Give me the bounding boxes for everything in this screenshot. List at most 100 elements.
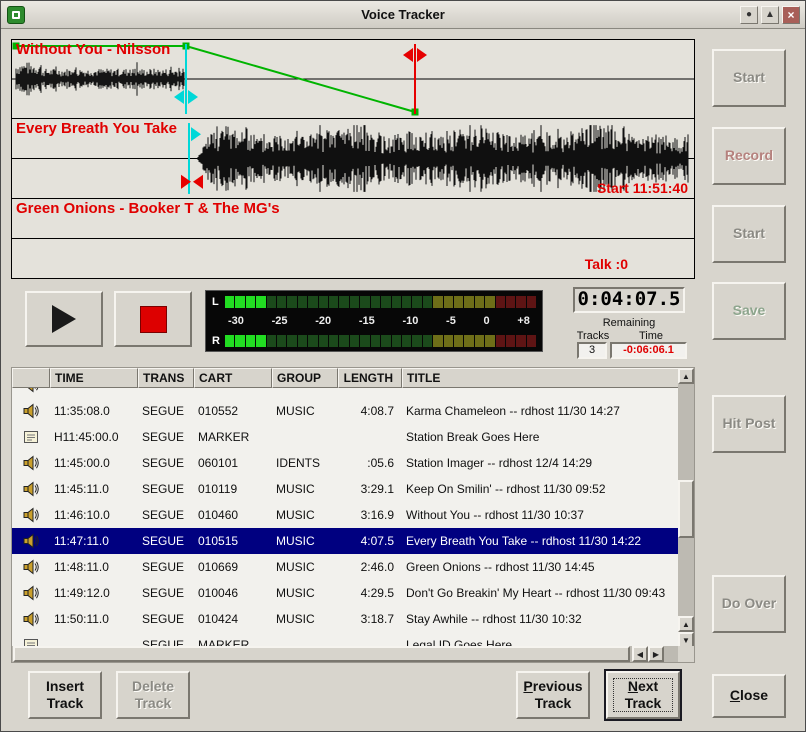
horizontal-scrollbar[interactable]: ◀ ▶ (12, 646, 680, 662)
row-cart: 060101 (194, 456, 272, 470)
row-group: MUSIC (272, 534, 338, 548)
log-row[interactable]: 11:35:08.0 SEGUE 010552 MUSIC 4:08.7 Kar… (12, 398, 680, 424)
talk-counter: Talk :0 (585, 256, 628, 272)
meter-right-label: R (212, 335, 225, 347)
marker-icon (12, 429, 50, 445)
log-header-title[interactable]: TITLE (402, 368, 680, 388)
speaker-icon (12, 403, 50, 419)
log-row[interactable] (12, 388, 680, 398)
stop-button[interactable] (114, 291, 192, 347)
speaker-icon (23, 507, 39, 523)
row-trans: SEGUE (138, 404, 194, 418)
track-pane-1[interactable]: Without You - Nilsson (11, 39, 695, 119)
row-trans: SEGUE (138, 508, 194, 522)
speaker-icon (23, 559, 39, 575)
scrollbar-corner (678, 646, 694, 662)
audio-level-meter: L -30 -25 -20 -15 -10 -5 0 +8 R (205, 290, 543, 352)
speaker-icon (12, 559, 50, 575)
log-row[interactable]: 11:45:00.0 SEGUE 060101 IDENTS :05.6 Sta… (12, 450, 680, 476)
close-button[interactable]: Close (712, 674, 786, 718)
row-length: 3:16.9 (338, 508, 402, 522)
vertical-scrollbar-thumb[interactable] (678, 480, 694, 538)
track3-title: Green Onions - Booker T & The MG's (16, 200, 280, 217)
insert-track-button[interactable]: Insert Track (28, 671, 102, 719)
row-cart: 010119 (194, 482, 272, 496)
pin-icon[interactable]: ● (740, 6, 758, 24)
row-cart: 010460 (194, 508, 272, 522)
remaining-time-value: -0:06:06.1 (610, 342, 687, 359)
row-trans: SEGUE (138, 482, 194, 496)
play-button[interactable] (25, 291, 103, 347)
speaker-icon (23, 388, 39, 393)
log-row[interactable]: 11:46:10.0 SEGUE 010460 MUSIC 3:16.9 Wit… (12, 502, 680, 528)
log-header-time[interactable]: TIME (50, 368, 138, 388)
scroll-up-icon[interactable]: ▲ (678, 616, 694, 632)
do-over-button[interactable]: Do Over (712, 575, 786, 633)
titlebar[interactable]: Voice Tracker ● ▲ × (1, 1, 805, 29)
save-button[interactable]: Save (712, 282, 786, 340)
row-group: MUSIC (272, 508, 338, 522)
row-time: 11:45:11.0 (50, 482, 138, 496)
scroll-up-icon[interactable]: ▲ (678, 368, 694, 384)
meter-left-label: L (212, 296, 225, 308)
log-row[interactable]: 11:50:11.0 SEGUE 010424 MUSIC 3:18.7 Sta… (12, 606, 680, 632)
log-header-trans[interactable]: TRANS (138, 368, 194, 388)
row-time: 11:35:08.0 (50, 404, 138, 418)
scale-tick: -10 (402, 315, 418, 327)
speaker-icon (12, 481, 50, 497)
start-button-1[interactable]: Start (712, 49, 786, 107)
row-title: Karma Chameleon -- rdhost 11/30 14:27 (402, 404, 680, 418)
row-length: 4:29.5 (338, 586, 402, 600)
hit-post-button[interactable]: Hit Post (712, 395, 786, 453)
track2-title: Every Breath You Take (16, 120, 177, 137)
log-row[interactable]: 11:48:11.0 SEGUE 010669 MUSIC 2:46.0 Gre… (12, 554, 680, 580)
track-pane-3[interactable]: Green Onions - Booker T & The MG's Talk … (11, 199, 695, 279)
log-row[interactable]: 11:49:12.0 SEGUE 010046 MUSIC 4:29.5 Don… (12, 580, 680, 606)
speaker-icon (12, 507, 50, 523)
speaker-icon (12, 533, 50, 549)
record-button[interactable]: Record (712, 127, 786, 185)
row-length: 2:46.0 (338, 560, 402, 574)
log-header-length[interactable]: LENGTH (338, 368, 402, 388)
start-button-2[interactable]: Start (712, 205, 786, 263)
log-header-group[interactable]: GROUP (272, 368, 338, 388)
log-row[interactable]: 11:45:11.0 SEGUE 010119 MUSIC 3:29.1 Kee… (12, 476, 680, 502)
row-trans: SEGUE (138, 456, 194, 470)
row-trans: SEGUE (138, 612, 194, 626)
horizontal-scrollbar-thumb[interactable] (13, 646, 630, 662)
scale-tick: -15 (359, 315, 375, 327)
row-group: MUSIC (272, 482, 338, 496)
scroll-right-icon[interactable]: ▶ (648, 646, 664, 662)
speaker-icon (12, 585, 50, 601)
voice-tracker-window: { "window": {"title": "Voice Tracker"}, … (0, 0, 806, 732)
app-icon (7, 6, 25, 24)
row-group: IDENTS (272, 456, 338, 470)
speaker-icon (23, 403, 39, 419)
speaker-icon (12, 388, 50, 393)
row-trans: SEGUE (138, 534, 194, 548)
log-header-cart[interactable]: CART (194, 368, 272, 388)
row-title: Station Break Goes Here (402, 430, 680, 444)
row-cart: 010669 (194, 560, 272, 574)
row-cart: 010515 (194, 534, 272, 548)
log-header: TIME TRANS CART GROUP LENGTH TITLE (12, 368, 680, 388)
log-row[interactable]: H11:45:00.0 SEGUE MARKER Station Break G… (12, 424, 680, 450)
next-track-button[interactable]: Next Track (606, 671, 680, 719)
play-icon (52, 305, 76, 333)
scroll-left-icon[interactable]: ◀ (632, 646, 648, 662)
row-time: 11:47:11.0 (50, 534, 138, 548)
row-length: 3:18.7 (338, 612, 402, 626)
meter-left-segments (225, 296, 536, 308)
close-icon[interactable]: × (782, 6, 800, 24)
vertical-scrollbar[interactable]: ▲ ▲ ▼ (678, 368, 694, 648)
track-pane-2[interactable]: Every Breath You Take Start 11:51:40 (11, 119, 695, 199)
delete-track-button[interactable]: Delete Track (116, 671, 190, 719)
window-title: Voice Tracker (1, 7, 805, 22)
previous-track-button[interactable]: Previous Track (516, 671, 590, 719)
row-time: 11:48:11.0 (50, 560, 138, 574)
log-row[interactable]: 11:47:11.0 SEGUE 010515 MUSIC 4:07.5 Eve… (12, 528, 680, 554)
log-rows: 11:35:08.0 SEGUE 010552 MUSIC 4:08.7 Kar… (12, 388, 680, 648)
speaker-icon (12, 611, 50, 627)
log-header-icon-cell[interactable] (12, 368, 50, 388)
maximize-icon[interactable]: ▲ (761, 6, 779, 24)
